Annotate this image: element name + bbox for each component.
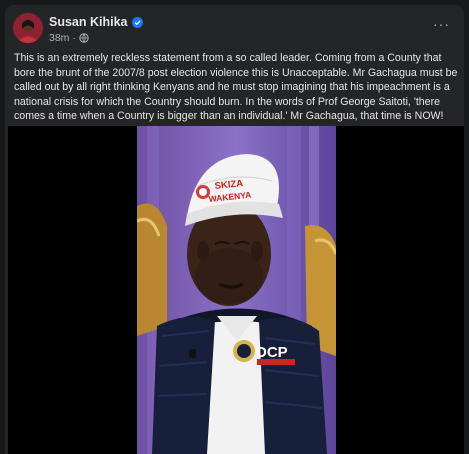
more-options-icon[interactable]: ···	[433, 17, 450, 31]
avatar[interactable]	[13, 13, 43, 43]
vest-logo-text: DCP	[256, 344, 288, 361]
verified-badge-icon	[131, 16, 143, 28]
post-meta: 38m ·	[49, 32, 89, 44]
post-text: This is an extremely reckless statement …	[14, 52, 458, 123]
author-name-row: Susan Kihika	[49, 15, 143, 29]
post-header: Susan Kihika 38m · ···	[5, 5, 464, 49]
post-time[interactable]: 38m	[49, 32, 69, 44]
post-card: Susan Kihika 38m · ··· This is an extrem…	[5, 5, 464, 454]
author-name[interactable]: Susan Kihika	[49, 15, 128, 29]
video-player[interactable]: DCP SKIZA WAKENYA	[8, 126, 464, 454]
video-frame[interactable]: DCP SKIZA WAKENYA	[137, 126, 336, 454]
meta-separator: ·	[72, 32, 76, 44]
globe-icon[interactable]	[79, 33, 89, 43]
